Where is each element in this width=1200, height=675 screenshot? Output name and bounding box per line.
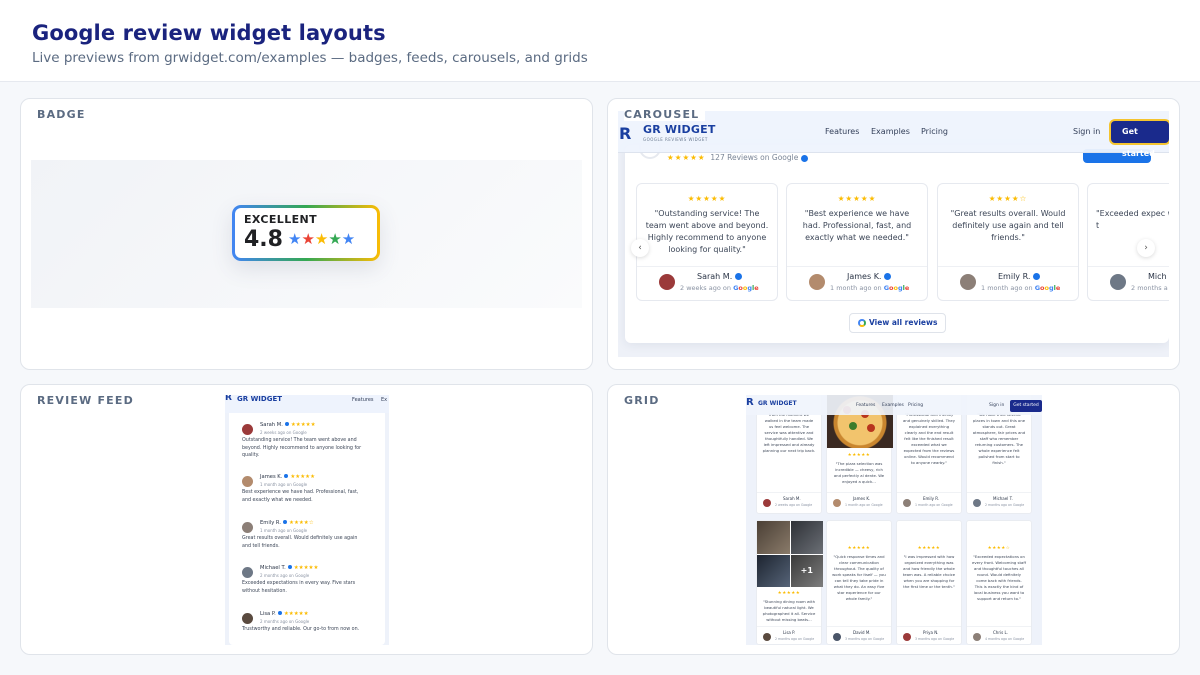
site-logo[interactable]: GR WIDGET [237,395,282,403]
verified-icon [1033,273,1041,280]
gr-logo-icon: R [619,124,632,143]
gr-logo-icon: R [746,397,754,408]
google-icon [858,319,866,327]
review-card: ★★★ "Exceeded expec way. Five sta t Mich… [1087,183,1169,301]
nav-pricing[interactable]: Pricing [908,403,923,408]
verified-icon [735,273,743,280]
more-photos-count: +1 [790,554,823,587]
nav-features[interactable]: Features [856,403,875,408]
nav-examples[interactable]: Examples [871,127,910,136]
review-card: ★★★★★ "I was impressed with how organize… [896,520,962,645]
review-summary: ★★★★★ 127 Reviews on Google [667,153,808,162]
site-logo[interactable]: GR WIDGET [758,400,797,407]
review-card: ★★★★★ "Outstanding service! The team wen… [636,183,778,301]
badge-score: 4.8 [244,227,283,252]
nav-pricing[interactable]: Pricing [921,127,948,136]
panel-label-carousel: CAROUSEL [624,108,706,121]
feed-preview: Sarah M. ★★★★★ 2 weeks ago on Google Outs… [225,395,389,645]
get-started-button[interactable]: Get started [1010,400,1042,412]
avatar [833,633,841,641]
star-icon: ★ [287,230,302,248]
review-feed-panel: REVIEW FEED Sarah M. ★★★★★ 2 weeks ago on… [20,384,593,655]
nav-sign-in[interactable]: Sign in [1073,127,1100,136]
avatar [242,424,253,435]
avatar [973,633,981,641]
review-badge[interactable]: EXCELLENT 4.8 ★ ★ ★ ★ ★ [232,205,380,261]
site-logo[interactable]: GR WIDGET [643,123,716,136]
carousel-prev-arrow-icon[interactable]: ‹ [631,239,649,257]
avatar [242,613,253,624]
avatar [242,567,253,578]
nav-features[interactable]: Features [825,127,859,136]
review-card: ★★★★☆ "Exceeded expectations on every fr… [966,520,1032,645]
gr-logo-icon: R [225,395,232,403]
grid-preview: from the moment we walked in the team ma… [746,395,1042,645]
avatar [833,499,841,507]
review-card: ★★★★☆ "Great results overall. Would defi… [937,183,1079,301]
star-icon: ★ [328,230,342,248]
avatar [903,633,911,641]
review-card: +1 ★★★★★ "Stunning dining room with beau… [756,520,823,645]
star-icon: ★ [301,230,315,248]
avatar [763,633,771,641]
star-icon: ★ [314,230,329,248]
avatar [242,476,253,487]
review-photo-gallery[interactable]: +1 [757,521,823,587]
carousel-widget: ★★★★★ 127 Reviews on Google ‹ ★★★★★ "Out… [625,145,1169,343]
badge-rating-label: EXCELLENT [244,213,318,226]
avatar [809,274,825,290]
site-tagline: GOOGLE REVIEWS WIDGET [643,137,708,142]
avatar [659,274,675,290]
carousel-next-arrow-icon[interactable]: › [1137,239,1155,257]
site-nav: R GR WIDGET Features Examples Pricing Si… [746,395,1042,415]
avatar [903,499,911,507]
nav-features[interactable]: Features [352,397,374,403]
verified-icon [800,154,808,162]
page-title: Google review widget layouts [32,21,386,45]
panel-label-badge: BADGE [37,108,86,121]
site-nav: R GR WIDGET Features Ex [225,395,389,413]
grid-panel: GRID from the moment we walked in the te… [607,384,1180,655]
get-started-button[interactable]: Get started [1111,121,1169,158]
avatar [973,499,981,507]
badge-preview: EXCELLENT 4.8 ★ ★ ★ ★ ★ [31,160,582,308]
star-icon: ★ [341,230,356,248]
panel-label-feed: REVIEW FEED [37,394,134,407]
carousel-preview: ★★★★★ 127 Reviews on Google ‹ ★★★★★ "Out… [618,111,1169,357]
view-all-reviews-button[interactable]: View all reviews [849,313,947,333]
nav-sign-in[interactable]: Sign in [989,403,1004,408]
review-feed-list[interactable]: Sarah M. ★★★★★ 2 weeks ago on Google Outs… [229,405,385,645]
panel-label-grid: GRID [624,394,660,407]
verified-icon [884,273,892,280]
avatar [763,499,771,507]
nav-examples[interactable]: Examples [882,403,904,408]
review-card: ★★★★★ "Best experience we have had. Prof… [786,183,928,301]
review-card: ★★★★★ "Quick response times and clear co… [826,520,892,645]
carousel-panel: CAROUSEL ★★★★★ 127 Reviews on Google ‹ ★… [607,98,1180,370]
avatar [960,274,976,290]
page-header: Google review widget layouts Live previe… [0,0,1200,82]
avatar [1110,274,1126,290]
page-subtitle: Live previews from grwidget.com/examples… [32,50,588,66]
avatar [242,522,253,533]
nav-examples[interactable]: Ex [381,397,387,403]
badge-panel: BADGE EXCELLENT 4.8 ★ ★ ★ ★ ★ [20,98,593,370]
